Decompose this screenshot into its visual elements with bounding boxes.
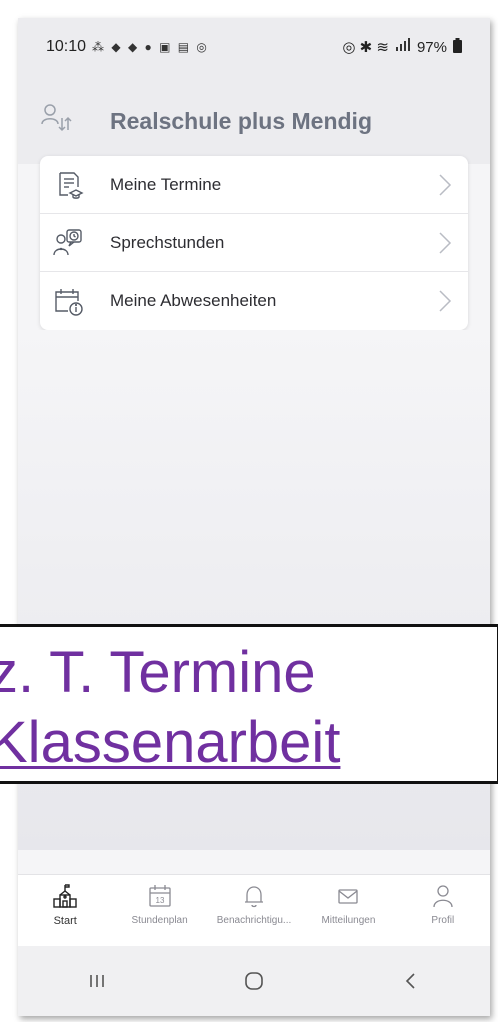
page-title: Realschule plus Mendig	[110, 108, 372, 134]
bottom-navigation: Start 13 Stundenplan Benachrichtigu... M…	[18, 874, 490, 947]
chevron-right-icon	[438, 290, 452, 312]
nav-label: Profil	[431, 915, 455, 926]
calendar-absence-icon	[52, 285, 84, 317]
battery-percent: 97%	[416, 38, 447, 56]
menu-label: Meine Abwesenheiten	[110, 291, 277, 310]
battery-icon	[453, 37, 462, 57]
menu-card: Meine Termine Sprechstunden Meine Abwese…	[40, 156, 468, 330]
nav-item-profil[interactable]: Profil	[396, 875, 490, 947]
app-header: Realschule plus Mendig	[18, 76, 490, 164]
nav-label: Benachrichtigu...	[216, 915, 292, 926]
consultation-icon	[52, 227, 84, 259]
overlay-text-line-2: Klassenarbeit	[0, 710, 341, 775]
signal-icon	[395, 38, 411, 56]
system-status-icons: ◎ ✱ ≋	[342, 39, 389, 56]
school-icon	[52, 883, 78, 909]
nav-label: Start	[53, 915, 77, 927]
calendar-13-icon: 13	[147, 883, 173, 909]
menu-label: Meine Termine	[110, 174, 222, 194]
status-time: 10:10	[46, 38, 87, 55]
user-switch-icon[interactable]	[40, 102, 74, 136]
nav-label: Mitteilungen	[321, 915, 376, 926]
nav-label: Stundenplan	[131, 915, 188, 926]
status-bar: 10:10 ⁂ ◆ ◆ ● ▣ ▤ ◎ ◎ ✱ ≋ 97%	[18, 18, 490, 76]
chevron-right-icon	[438, 174, 452, 196]
svg-text:13: 13	[155, 896, 164, 905]
system-navigation-bar	[18, 946, 490, 1016]
chevron-right-icon	[438, 232, 452, 254]
nav-item-mitteilungen[interactable]: Mitteilungen	[301, 875, 395, 947]
person-icon	[430, 883, 456, 909]
menu-item-meine-termine[interactable]: Meine Termine	[40, 156, 468, 214]
notification-icons: ⁂ ◆ ◆ ● ▣ ▤ ◎	[92, 40, 209, 54]
menu-item-sprechstunden[interactable]: Sprechstunden	[40, 214, 468, 272]
back-icon[interactable]	[381, 961, 441, 1001]
nav-item-start[interactable]: Start	[18, 875, 112, 947]
bell-icon	[241, 883, 267, 909]
home-icon[interactable]	[224, 961, 284, 1001]
status-right: ◎ ✱ ≋ 97%	[342, 37, 462, 57]
recent-apps-icon[interactable]	[67, 961, 127, 1001]
menu-label: Sprechstunden	[110, 232, 225, 252]
nav-item-stundenplan[interactable]: 13 Stundenplan	[112, 875, 206, 947]
phone-screen: 10:10 ⁂ ◆ ◆ ● ▣ ▤ ◎ ◎ ✱ ≋ 97% Realschule…	[18, 18, 490, 1016]
overlay-text-line-1: z. T. Termine	[0, 640, 316, 705]
calendar-list-icon	[52, 169, 84, 201]
nav-item-benachrichtigungen[interactable]: Benachrichtigu...	[207, 875, 301, 947]
annotation-overlay: z. T. Termine Klassenarbeit	[0, 624, 498, 784]
menu-item-meine-abwesenheiten[interactable]: Meine Abwesenheiten	[40, 272, 468, 330]
mail-icon	[335, 883, 361, 909]
